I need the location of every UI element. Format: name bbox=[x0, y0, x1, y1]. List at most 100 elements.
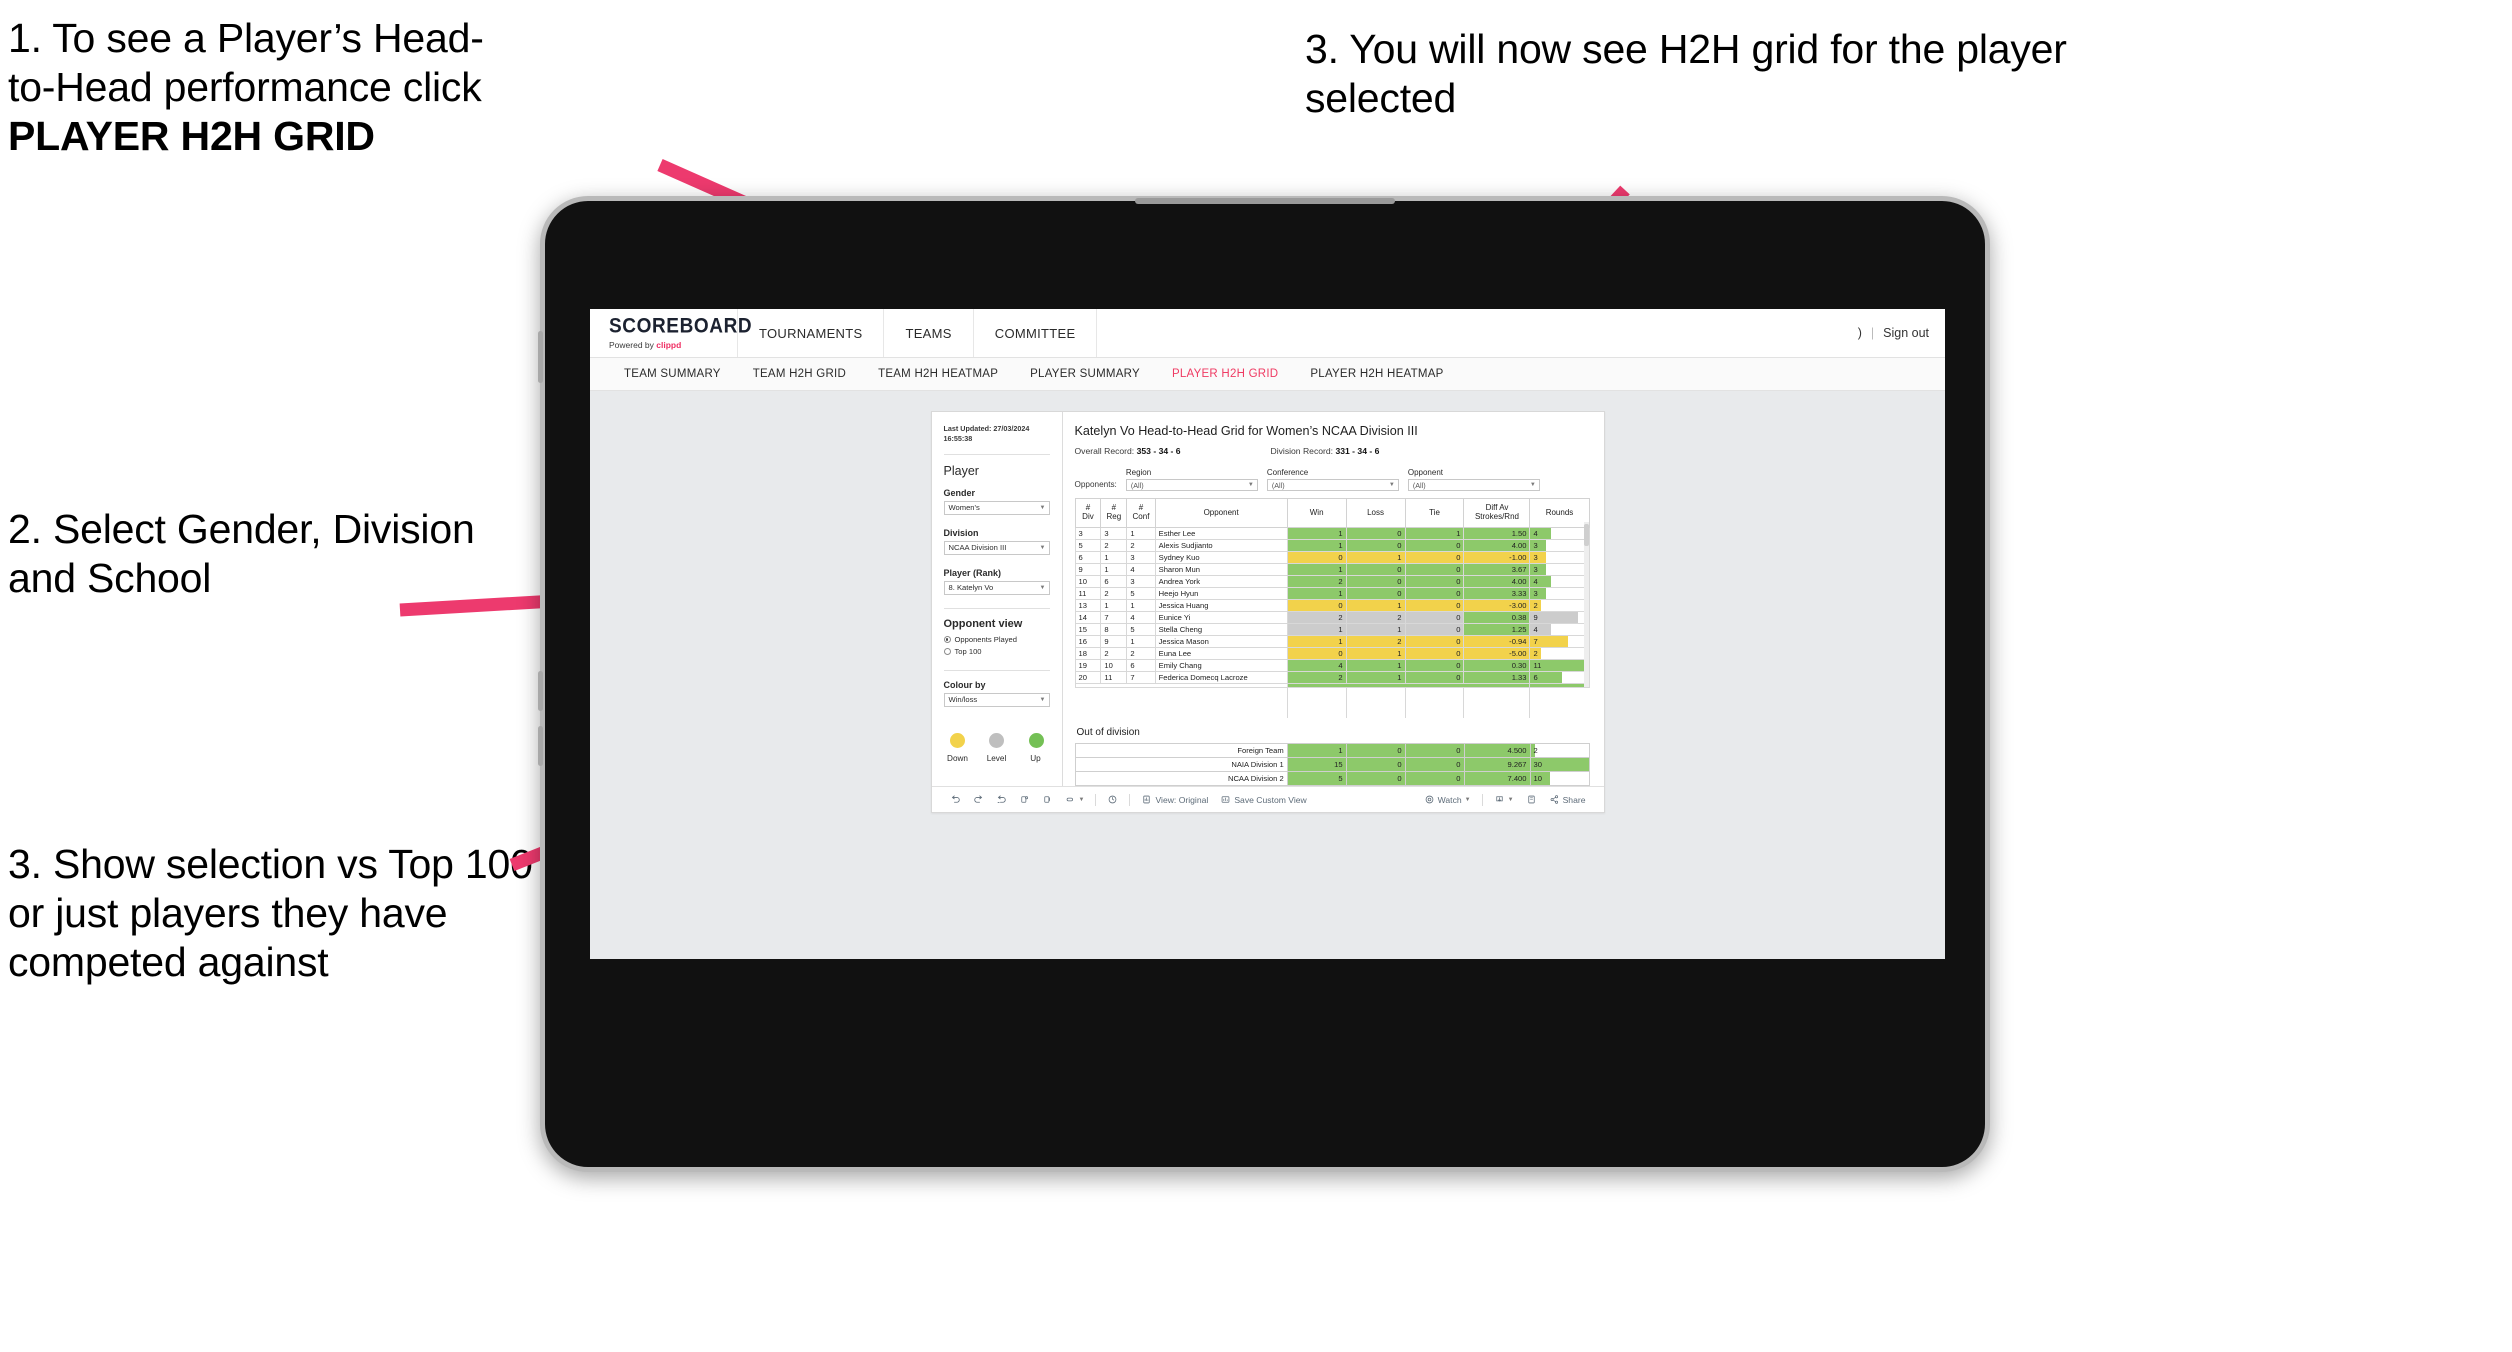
cell-win[interactable]: 0 bbox=[1286, 647, 1347, 660]
cell-win[interactable]: 1 bbox=[1286, 635, 1347, 648]
cell-diff-av-strokes[interactable]: 7.400 bbox=[1463, 771, 1531, 786]
cell-loss[interactable]: 0 bbox=[1345, 527, 1406, 540]
radio-top-100[interactable]: Top 100 bbox=[943, 647, 1050, 656]
revert-button[interactable] bbox=[990, 794, 1013, 805]
cell-loss[interactable]: 1 bbox=[1345, 659, 1406, 672]
opponent-select[interactable]: (All) ▼ bbox=[1407, 479, 1540, 491]
cell-loss[interactable]: 2 bbox=[1345, 611, 1406, 624]
cell-win[interactable]: 2 bbox=[1286, 671, 1347, 684]
cell-div-rank[interactable]: 19 bbox=[1074, 659, 1102, 672]
cell-conf-rank[interactable]: 4 bbox=[1126, 563, 1156, 576]
cell-reg-rank[interactable]: 2 bbox=[1100, 647, 1128, 660]
cell-div-rank[interactable]: 15 bbox=[1074, 623, 1102, 636]
view-original-button[interactable]: View: Original bbox=[1135, 794, 1214, 805]
cell-rounds[interactable]: 3 bbox=[1529, 551, 1590, 564]
cell-reg-rank[interactable]: 1 bbox=[1100, 599, 1128, 612]
table-row[interactable]: 10 6 3 Andrea York 2 0 0 4.00 4 bbox=[1074, 575, 1590, 588]
cell-loss[interactable]: 0 bbox=[1345, 575, 1406, 588]
cell-div-rank[interactable]: 5 bbox=[1074, 539, 1102, 552]
grid-scrollbar-thumb[interactable] bbox=[1583, 524, 1589, 546]
refresh-data-button[interactable] bbox=[1013, 794, 1036, 805]
cell-tie[interactable]: 0 bbox=[1404, 757, 1465, 772]
cell-opponent-name[interactable]: Eunice Yi bbox=[1154, 611, 1288, 624]
cell-loss[interactable]: 2 bbox=[1345, 635, 1406, 648]
cell-tie[interactable]: 0 bbox=[1404, 671, 1465, 684]
cell-opponent-name[interactable]: Sydney Kuo bbox=[1154, 551, 1288, 564]
save-custom-view-button[interactable]: Save Custom View bbox=[1214, 794, 1312, 805]
cell-opponent-name[interactable]: Federica Domecq Lacroze bbox=[1154, 671, 1288, 684]
cell-rounds[interactable]: 10 bbox=[1529, 771, 1590, 786]
cell-tie[interactable]: 0 bbox=[1404, 563, 1465, 576]
cell-diff-av-strokes[interactable]: 4.00 bbox=[1463, 575, 1531, 588]
grid-column-header[interactable]: Opponent bbox=[1154, 498, 1288, 528]
table-row[interactable]: 11 2 5 Heejo Hyun 1 0 0 3.33 3 bbox=[1074, 587, 1590, 600]
cell-opponent-name[interactable]: Jessica Huang bbox=[1154, 599, 1288, 612]
cell-div-rank[interactable]: 13 bbox=[1074, 599, 1102, 612]
grid-column-header[interactable]: Loss bbox=[1345, 498, 1406, 528]
app-logo[interactable]: SCOREBOARD Powered by clippd bbox=[590, 309, 752, 357]
cell-tie[interactable]: 0 bbox=[1404, 635, 1465, 648]
table-row[interactable]: 13 1 1 Jessica Huang 0 1 0 -3.00 2 bbox=[1074, 599, 1590, 612]
tab-team-summary[interactable]: TEAM SUMMARY bbox=[608, 368, 737, 380]
cell-div-rank[interactable]: 3 bbox=[1074, 527, 1102, 540]
cell-div-rank[interactable]: 14 bbox=[1074, 611, 1102, 624]
cell-rounds[interactable]: 4 bbox=[1529, 575, 1590, 588]
cell-rounds[interactable]: 9 bbox=[1529, 611, 1590, 624]
cell-win[interactable]: 15 bbox=[1286, 757, 1347, 772]
colour-by-select[interactable]: Win/loss ▼ bbox=[943, 692, 1050, 707]
cell-conf-rank[interactable]: 7 bbox=[1126, 671, 1156, 684]
cell-reg-rank[interactable]: 9 bbox=[1100, 635, 1128, 648]
cell-diff-av-strokes[interactable]: 1.25 bbox=[1463, 623, 1531, 636]
cell-diff-av-strokes[interactable]: -5.00 bbox=[1463, 647, 1531, 660]
cell-win[interactable]: 1 bbox=[1286, 527, 1347, 540]
cell-win[interactable]: 1 bbox=[1286, 563, 1347, 576]
table-row[interactable]: 19 10 6 Emily Chang 4 1 0 0.30 11 bbox=[1074, 659, 1590, 672]
undo-button[interactable] bbox=[944, 794, 967, 805]
cell-opponent-name[interactable]: Euna Lee bbox=[1154, 647, 1288, 660]
cell-tie[interactable]: 0 bbox=[1404, 647, 1465, 660]
cell-rounds[interactable]: 2 bbox=[1529, 743, 1590, 758]
share-button[interactable]: Share bbox=[1543, 794, 1592, 805]
table-row[interactable]: 20 11 7 Federica Domecq Lacroze 2 1 0 1.33 6 bbox=[1074, 671, 1590, 684]
grid-column-header[interactable]: Tie bbox=[1404, 498, 1465, 528]
cell-win[interactable]: 1 bbox=[1286, 539, 1347, 552]
cell-diff-av-strokes[interactable]: 0.30 bbox=[1463, 659, 1531, 672]
cell-win[interactable]: 5 bbox=[1286, 771, 1347, 786]
cell-opponent-name[interactable]: Sharon Mun bbox=[1154, 563, 1288, 576]
cell-tie[interactable]: 0 bbox=[1404, 771, 1465, 786]
tab-player-h2h-grid[interactable]: PLAYER H2H GRID bbox=[1156, 368, 1294, 380]
cell-tie[interactable]: 0 bbox=[1404, 587, 1465, 600]
cell-loss[interactable]: 0 bbox=[1345, 539, 1406, 552]
cell-reg-rank[interactable]: 6 bbox=[1100, 575, 1128, 588]
cell-tie[interactable]: 0 bbox=[1404, 623, 1465, 636]
cell-diff-av-strokes[interactable]: 4.500 bbox=[1463, 743, 1531, 758]
out-of-division-row[interactable]: NAIA Division 1 15 0 0 9.267 30 bbox=[1074, 757, 1590, 772]
cell-diff-av-strokes[interactable]: 0.38 bbox=[1463, 611, 1531, 624]
player-rank-select[interactable]: 8. Katelyn Vo ▼ bbox=[943, 580, 1050, 595]
cell-rounds[interactable]: 6 bbox=[1529, 671, 1590, 684]
table-row[interactable]: 6 1 3 Sydney Kuo 0 1 0 -1.00 3 bbox=[1074, 551, 1590, 564]
cell-opponent-name[interactable]: Alexis Sudjianto bbox=[1154, 539, 1288, 552]
cell-conf-rank[interactable]: 1 bbox=[1126, 527, 1156, 540]
cell-division-name[interactable]: NAIA Division 1 bbox=[1074, 757, 1288, 772]
cell-conf-rank[interactable]: 3 bbox=[1126, 575, 1156, 588]
table-row[interactable]: 14 7 4 Eunice Yi 2 2 0 0.38 9 bbox=[1074, 611, 1590, 624]
cell-reg-rank[interactable]: 3 bbox=[1100, 527, 1128, 540]
cell-rounds[interactable]: 7 bbox=[1529, 635, 1590, 648]
cell-win[interactable]: 2 bbox=[1286, 611, 1347, 624]
cell-loss[interactable]: 0 bbox=[1345, 743, 1406, 758]
tab-player-h2h-heatmap[interactable]: PLAYER H2H HEATMAP bbox=[1294, 368, 1459, 380]
cell-reg-rank[interactable]: 1 bbox=[1100, 563, 1128, 576]
cell-conf-rank[interactable]: 1 bbox=[1126, 635, 1156, 648]
cell-reg-rank[interactable]: 8 bbox=[1100, 623, 1128, 636]
cell-conf-rank[interactable]: 6 bbox=[1126, 659, 1156, 672]
cell-diff-av-strokes[interactable]: 3.67 bbox=[1463, 563, 1531, 576]
cell-loss[interactable]: 1 bbox=[1345, 647, 1406, 660]
table-row[interactable]: 9 1 4 Sharon Mun 1 0 0 3.67 3 bbox=[1074, 563, 1590, 576]
cell-conf-rank[interactable]: 3 bbox=[1126, 551, 1156, 564]
cell-tie[interactable]: 0 bbox=[1404, 599, 1465, 612]
device-layout-button[interactable]: ▼ bbox=[1059, 794, 1091, 805]
cell-reg-rank[interactable]: 1 bbox=[1100, 551, 1128, 564]
cell-win[interactable]: 1 bbox=[1286, 743, 1347, 758]
cell-loss[interactable]: 0 bbox=[1345, 771, 1406, 786]
